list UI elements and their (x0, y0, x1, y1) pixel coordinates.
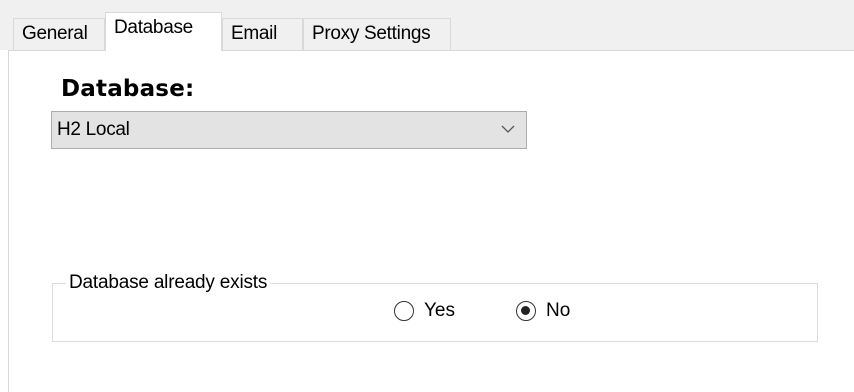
tab-database-label: Database (114, 17, 193, 38)
tab-general-label: General (22, 23, 88, 44)
radio-no[interactable]: No (516, 300, 570, 322)
tab-database[interactable]: Database (105, 12, 222, 51)
tab-strip: General Database Email Proxy Settings (0, 0, 854, 51)
tab-general[interactable]: General (13, 18, 105, 50)
settings-window: General Database Email Proxy Settings Da… (0, 0, 854, 392)
tab-proxy-settings[interactable]: Proxy Settings (303, 18, 451, 50)
tab-email-label: Email (231, 23, 278, 44)
database-heading: Database: (61, 76, 195, 102)
chevron-down-icon (501, 125, 515, 133)
radio-yes[interactable]: Yes (394, 300, 455, 322)
radio-no-label[interactable]: No (546, 300, 570, 322)
database-select[interactable]: H2 Local (51, 111, 527, 149)
radio-selected-dot (521, 306, 530, 315)
tab-email[interactable]: Email (222, 18, 303, 50)
radio-no-circle[interactable] (516, 301, 536, 321)
radio-yes-label[interactable]: Yes (424, 300, 455, 322)
tab-proxy-settings-label: Proxy Settings (312, 23, 431, 44)
database-select-value: H2 Local (57, 119, 130, 140)
database-exists-group-title: Database already exists (66, 272, 271, 294)
radio-yes-circle[interactable] (394, 301, 414, 321)
